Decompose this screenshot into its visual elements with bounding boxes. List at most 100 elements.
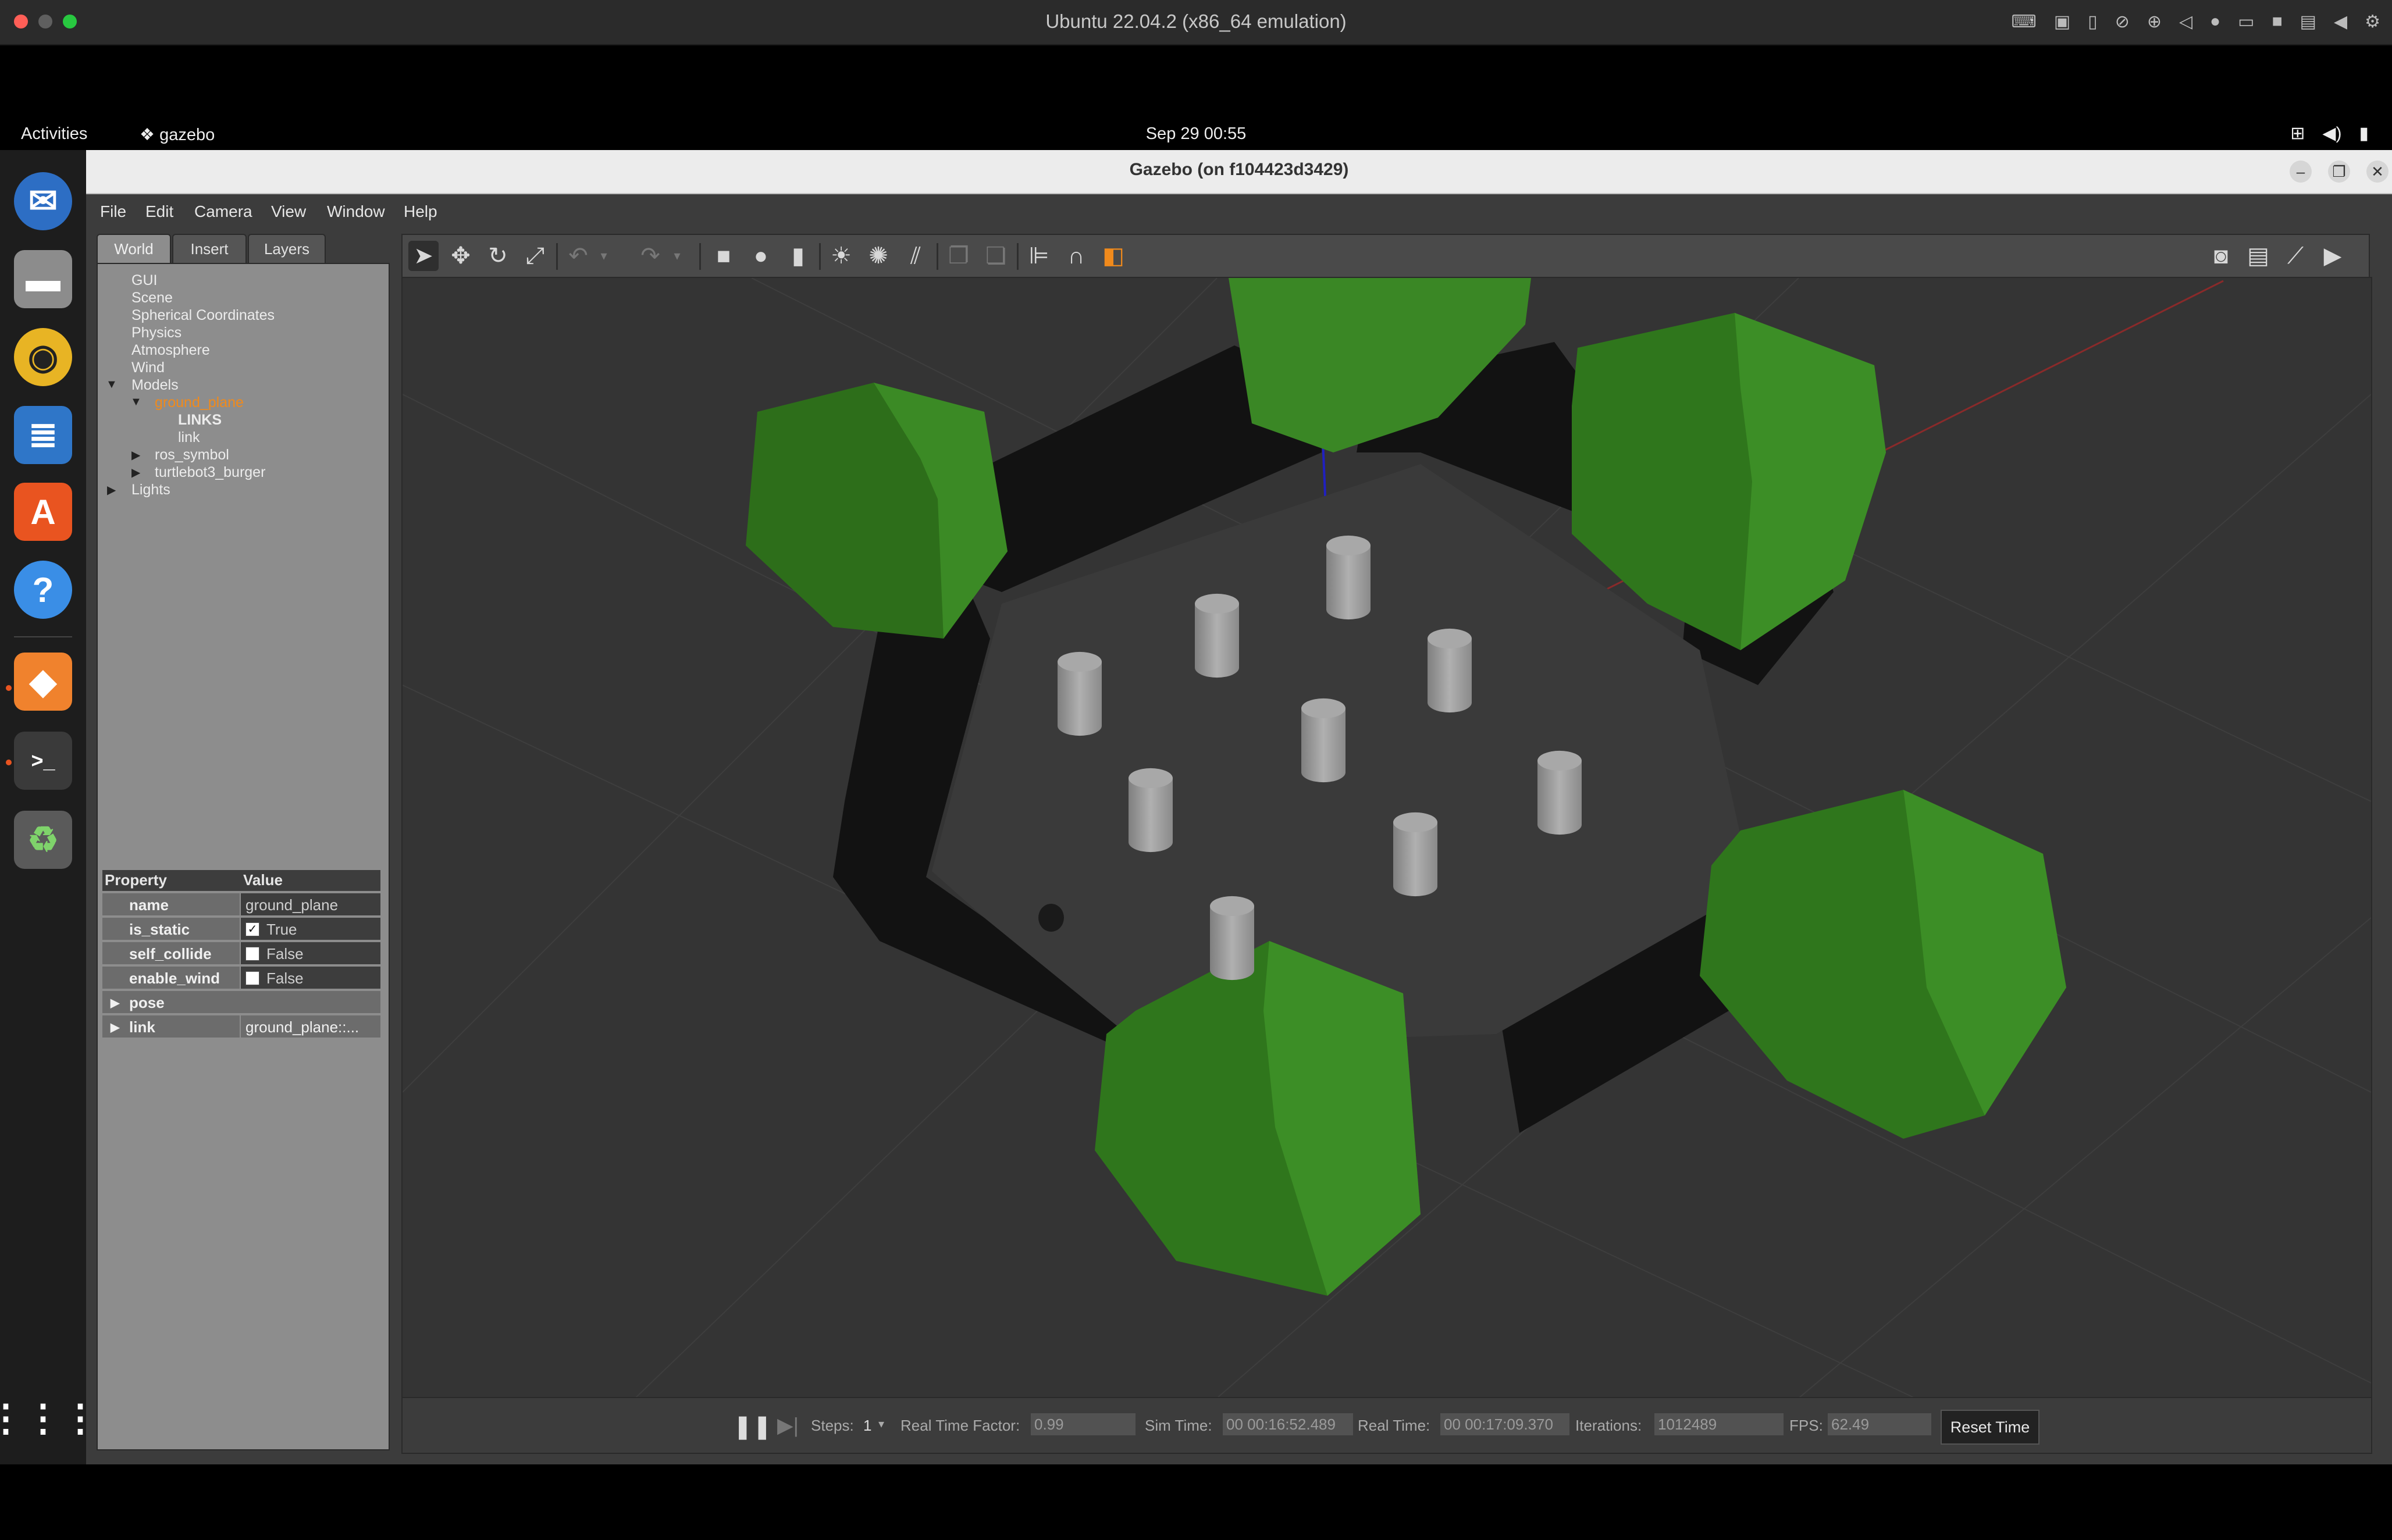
tree-item-lights[interactable]: Lights [131, 482, 170, 498]
clock[interactable]: Sep 29 00:55 [0, 124, 2392, 144]
tree-item-link[interactable]: link [178, 429, 200, 446]
translate-icon[interactable]: ✥ [446, 241, 476, 271]
expand-right-icon[interactable]: ▶ [131, 448, 140, 462]
cylinder-obstacle[interactable] [1195, 604, 1239, 678]
cylinder-obstacle[interactable] [1326, 546, 1371, 620]
tab-world[interactable]: World [97, 234, 171, 263]
globe-icon[interactable]: ⊕ [2147, 12, 2162, 32]
steps-value[interactable]: 1 [863, 1417, 871, 1435]
back-icon[interactable]: ◀ [2334, 12, 2347, 32]
property-value[interactable]: ground_plane [245, 896, 338, 914]
system-tray[interactable]: ⊞ ◀) ▮ [2290, 123, 2369, 144]
tree-item-wind[interactable]: Wind [131, 359, 165, 376]
keyboard-icon[interactable]: ⌨ [2012, 12, 2037, 32]
cylinder-obstacle[interactable] [1393, 822, 1437, 897]
scale-icon[interactable]: ⤢ [520, 241, 550, 271]
tree-item-turtlebot[interactable]: turtlebot3_burger [155, 464, 265, 481]
align-icon[interactable]: ⊫ [1024, 241, 1054, 271]
tab-insert[interactable]: Insert [172, 234, 247, 263]
thunderbird-icon[interactable]: ✉ [14, 172, 72, 230]
cylinder-obstacle[interactable] [1210, 906, 1254, 981]
checkbox-unchecked[interactable] [245, 971, 259, 985]
tree-item-physics[interactable]: Physics [131, 325, 181, 341]
menu-window[interactable]: Window [327, 202, 385, 221]
menu-help[interactable]: Help [404, 202, 437, 221]
app-grid-icon[interactable]: ⋮⋮⋮ [0, 1389, 99, 1447]
gear-icon[interactable]: ⚙ [2365, 12, 2380, 32]
undo-dropdown-icon[interactable]: ▾ [589, 241, 619, 271]
close-button[interactable]: ✕ [2366, 161, 2389, 183]
property-row-name[interactable]: name ground_plane [102, 893, 380, 917]
cylinder-obstacle[interactable] [1537, 761, 1582, 835]
3d-viewport[interactable] [401, 277, 2372, 1399]
plot-icon[interactable]: ⟋ [2280, 241, 2311, 271]
writer-icon[interactable]: ≣ [14, 406, 72, 464]
camera-icon[interactable]: ■ [2272, 12, 2283, 32]
property-row-pose[interactable]: ▶ pose [102, 991, 380, 1014]
property-row-enable-wind[interactable]: enable_wind False [102, 967, 380, 990]
reset-time-button[interactable]: Reset Time [1941, 1410, 2039, 1445]
expand-right-icon[interactable]: ▶ [111, 996, 119, 1010]
expand-right-icon[interactable]: ▶ [131, 465, 140, 480]
drive-icon[interactable]: ▭ [2238, 12, 2254, 32]
tree-item-gui[interactable]: GUI [131, 272, 157, 289]
expand-down-icon[interactable]: ▼ [106, 378, 118, 391]
select-arrow-icon[interactable]: ➤ [408, 241, 439, 271]
property-row-is-static[interactable]: is_static ✓ True [102, 918, 380, 941]
menu-file[interactable]: File [100, 202, 126, 221]
sphere-shape-icon[interactable]: ● [746, 241, 776, 271]
app-center-icon[interactable]: A [14, 483, 72, 541]
minimize-button[interactable]: – [2290, 161, 2312, 183]
pause-icon[interactable]: ❚❚ [733, 1413, 772, 1440]
mic-icon[interactable]: ● [2210, 12, 2220, 32]
screenshot-camera-icon[interactable]: ◙ [2206, 241, 2236, 271]
box-shape-icon[interactable]: ■ [709, 241, 739, 271]
tree-item-scene[interactable]: Scene [131, 290, 173, 306]
tree-item-ros-symbol[interactable]: ros_symbol [155, 447, 229, 464]
cylinder-obstacle[interactable] [1428, 639, 1472, 713]
display-icon[interactable]: ▣ [2054, 12, 2070, 32]
redo-dropdown-icon[interactable]: ▾ [662, 241, 692, 271]
expand-down-icon[interactable]: ▼ [130, 395, 142, 409]
rotate-icon[interactable]: ↻ [483, 241, 513, 271]
steps-dropdown-icon[interactable]: ▾ [878, 1417, 884, 1431]
log-icon[interactable]: ▤ [2243, 241, 2273, 271]
turtlebot-robot[interactable] [1038, 904, 1064, 932]
cylinder-obstacle[interactable] [1129, 778, 1173, 853]
maximize-button[interactable]: ❐ [2328, 161, 2350, 183]
share-icon[interactable]: ▤ [2300, 12, 2316, 32]
expand-right-icon[interactable]: ▶ [111, 1020, 119, 1035]
speaker-icon[interactable]: ◁ [2179, 12, 2192, 32]
tree-item-atmosphere[interactable]: Atmosphere [131, 342, 210, 359]
tree-item-models[interactable]: Models [131, 377, 179, 394]
video-record-icon[interactable]: ▶ [2318, 241, 2348, 271]
files-icon[interactable]: ▬ [14, 250, 72, 308]
point-light-icon[interactable]: ☀ [826, 241, 856, 271]
spot-light-icon[interactable]: ✺ [863, 241, 894, 271]
tree-item-spherical[interactable]: Spherical Coordinates [131, 307, 275, 324]
directional-light-icon[interactable]: ⫽ [900, 241, 931, 271]
step-icon[interactable]: ▶| [777, 1413, 799, 1438]
tree-item-ground-plane[interactable]: ground_plane [155, 394, 244, 411]
usb-icon[interactable]: ▯ [2088, 12, 2098, 32]
network-off-icon[interactable]: ⊘ [2115, 12, 2130, 32]
paste-icon[interactable]: ❏ [981, 241, 1011, 271]
cylinder-shape-icon[interactable]: ▮ [783, 241, 813, 271]
scene-render[interactable] [403, 278, 2371, 1398]
tab-layers[interactable]: Layers [248, 234, 326, 263]
checkbox-checked[interactable]: ✓ [245, 922, 259, 936]
menu-edit[interactable]: Edit [145, 202, 173, 221]
rhythmbox-icon[interactable]: ◉ [14, 328, 72, 386]
copy-icon[interactable]: ❐ [944, 241, 974, 271]
cylinder-obstacle[interactable] [1301, 708, 1346, 783]
view-angle-icon[interactable]: ◧ [1098, 241, 1129, 271]
menu-camera[interactable]: Camera [194, 202, 252, 221]
cylinder-obstacle[interactable] [1058, 662, 1102, 736]
menu-view[interactable]: View [271, 202, 306, 221]
trash-icon[interactable]: ♻ [14, 811, 72, 869]
property-row-link[interactable]: ▶ link ground_plane::... [102, 1015, 380, 1039]
redo-icon[interactable]: ↷ [635, 241, 665, 271]
help-icon[interactable]: ? [14, 561, 72, 619]
snap-magnet-icon[interactable]: ∩ [1061, 241, 1091, 271]
checkbox-unchecked[interactable] [245, 947, 259, 961]
